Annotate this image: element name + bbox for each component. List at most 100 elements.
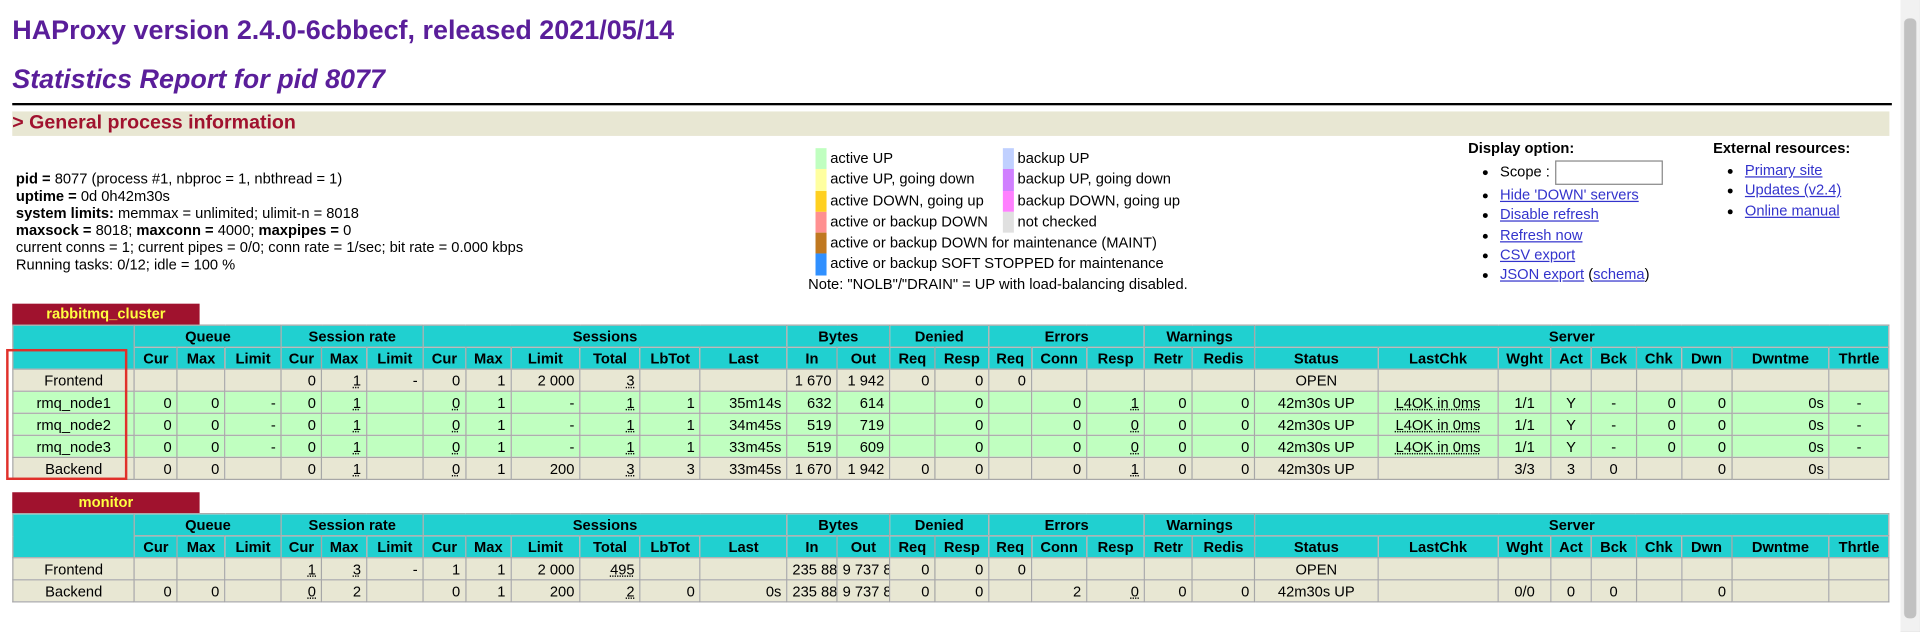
group-header: Server — [1254, 324, 1890, 348]
cell-value: - — [1611, 415, 1617, 433]
row-name-cell[interactable]: Backend — [12, 579, 136, 603]
cell-value: 2 — [626, 582, 635, 600]
data-cell: 519 — [786, 434, 838, 458]
data-cell: 0 — [280, 456, 323, 481]
legend-swatch — [1002, 148, 1014, 170]
uptime-label: uptime = — [15, 187, 81, 205]
column-header: Dwn — [1680, 535, 1733, 559]
column-header: Wght — [1497, 346, 1552, 370]
group-header: Session rate — [280, 513, 424, 537]
data-cell: 235 889 — [786, 579, 838, 603]
legend-label: active or backup DOWN — [830, 212, 988, 231]
data-cell: Y — [1550, 434, 1592, 458]
proxy-name-rabbitmq_cluster[interactable]: rabbitmq_cluster — [12, 303, 200, 325]
cell-value: Backend — [45, 582, 103, 600]
cell-value: 0 — [307, 415, 316, 433]
cell-value: 0 — [163, 415, 172, 433]
updates-link[interactable]: Updates (v2.4) — [1745, 182, 1841, 199]
data-cell — [1550, 368, 1592, 392]
data-cell: 1 — [320, 390, 368, 414]
scrollbar-thumb[interactable] — [1904, 18, 1917, 619]
cell-value: 1 670 — [794, 459, 832, 477]
data-cell: 0 — [176, 412, 226, 436]
column-header: Out — [836, 535, 891, 559]
cell-value: 0 — [1667, 437, 1676, 455]
data-cell: 0 — [934, 390, 990, 414]
data-cell — [988, 579, 1033, 603]
cell-value: Y — [1566, 393, 1576, 411]
cell-value: - — [1856, 437, 1862, 455]
cell-value: 0 — [1073, 437, 1082, 455]
cell-value: 33m45s — [729, 459, 782, 477]
data-cell — [1086, 557, 1146, 581]
cell-value: 0 — [686, 582, 695, 600]
data-cell: 0s — [1730, 434, 1830, 458]
data-cell: 0 — [133, 390, 178, 414]
row-name-cell[interactable]: Frontend — [12, 557, 136, 581]
legend-item: active or backup DOWN for maintenance (M… — [815, 232, 1164, 255]
data-cell: 2 — [579, 579, 641, 603]
online-manual-link[interactable]: Online manual — [1745, 202, 1840, 219]
legend-label: active or backup SOFT STOPPED for mainte… — [830, 255, 1164, 273]
csv-export-link[interactable]: CSV export — [1500, 246, 1575, 263]
cell-value: 1 — [626, 393, 635, 411]
cell-value: OPEN — [1295, 371, 1338, 389]
data-cell: 0 — [1680, 434, 1733, 458]
legend-label: not checked — [1017, 212, 1097, 231]
cell-value: 1 — [686, 393, 695, 411]
data-cell: 0/0 — [1497, 579, 1552, 603]
column-header: Last — [699, 346, 788, 370]
proxy-name-monitor[interactable]: monitor — [12, 492, 200, 514]
process-info: pid = 8077 (process #1, nbproc = 1, nbth… — [16, 170, 523, 273]
column-header: Chk — [1635, 346, 1682, 370]
cell-value: 0s — [765, 582, 782, 600]
cell-value: 0 — [1609, 582, 1618, 600]
column-header: Cur — [280, 346, 323, 370]
data-cell — [366, 434, 424, 458]
maxconn-value: 4000; — [217, 221, 259, 239]
cell-value: 719 — [859, 415, 885, 433]
display-options-title: Display option: — [1468, 139, 1575, 157]
cell-value: 0 — [975, 371, 984, 389]
table-row: Backend 0 0 0 1 0 1 200 3 3 33m45s 1 670 1 942 0 0 0 1 0 0… — [12, 456, 1890, 481]
data-cell — [366, 412, 424, 436]
column-header: Cur — [280, 535, 323, 559]
cell-value: 1 — [686, 415, 695, 433]
scope-input[interactable] — [1554, 160, 1663, 185]
column-header: Thrtle — [1828, 535, 1890, 559]
data-cell — [699, 557, 788, 581]
data-cell: 0 — [1191, 456, 1256, 481]
legend-label: active or backup DOWN for maintenance (M… — [830, 234, 1157, 252]
data-cell: 0 — [133, 579, 178, 603]
cell-value: 0 — [211, 393, 220, 411]
data-cell: 719 — [836, 412, 891, 436]
system-limits-label: system limits: — [15, 204, 114, 222]
cell-value: - — [412, 371, 418, 389]
column-header: Bck — [1590, 535, 1637, 559]
cell-value: 519 — [807, 415, 832, 433]
legend-label: backup UP — [1017, 149, 1090, 167]
corner-header — [12, 513, 136, 559]
data-cell: 0 — [1030, 412, 1088, 436]
legend-swatch — [815, 211, 827, 233]
column-header: Redis — [1191, 346, 1256, 370]
data-cell: - — [1590, 434, 1637, 458]
data-cell: 0 — [1635, 390, 1682, 414]
cell-value: 1 — [452, 560, 461, 578]
json-export-link[interactable]: JSON export — [1500, 266, 1584, 283]
cell-value: 1 — [497, 582, 506, 600]
refresh-now-link[interactable]: Refresh now — [1500, 226, 1583, 243]
data-cell: 33m45s — [699, 456, 788, 481]
cell-value: 0 — [1667, 415, 1676, 433]
disable-refresh-link[interactable]: Disable refresh — [1500, 206, 1599, 223]
cell-value: 0 — [1566, 582, 1576, 600]
schema-link[interactable]: schema — [1593, 266, 1644, 283]
cell-value: 3 — [626, 371, 635, 389]
hide-down-link[interactable]: Hide 'DOWN' servers — [1500, 186, 1639, 203]
primary-site-link[interactable]: Primary site — [1745, 162, 1823, 179]
cell-value: - — [1611, 393, 1617, 411]
column-header: Retr — [1143, 346, 1193, 370]
cell-value: 0 — [307, 371, 316, 389]
data-cell: 0 — [176, 579, 226, 603]
cell-value: 1 — [1130, 393, 1139, 411]
